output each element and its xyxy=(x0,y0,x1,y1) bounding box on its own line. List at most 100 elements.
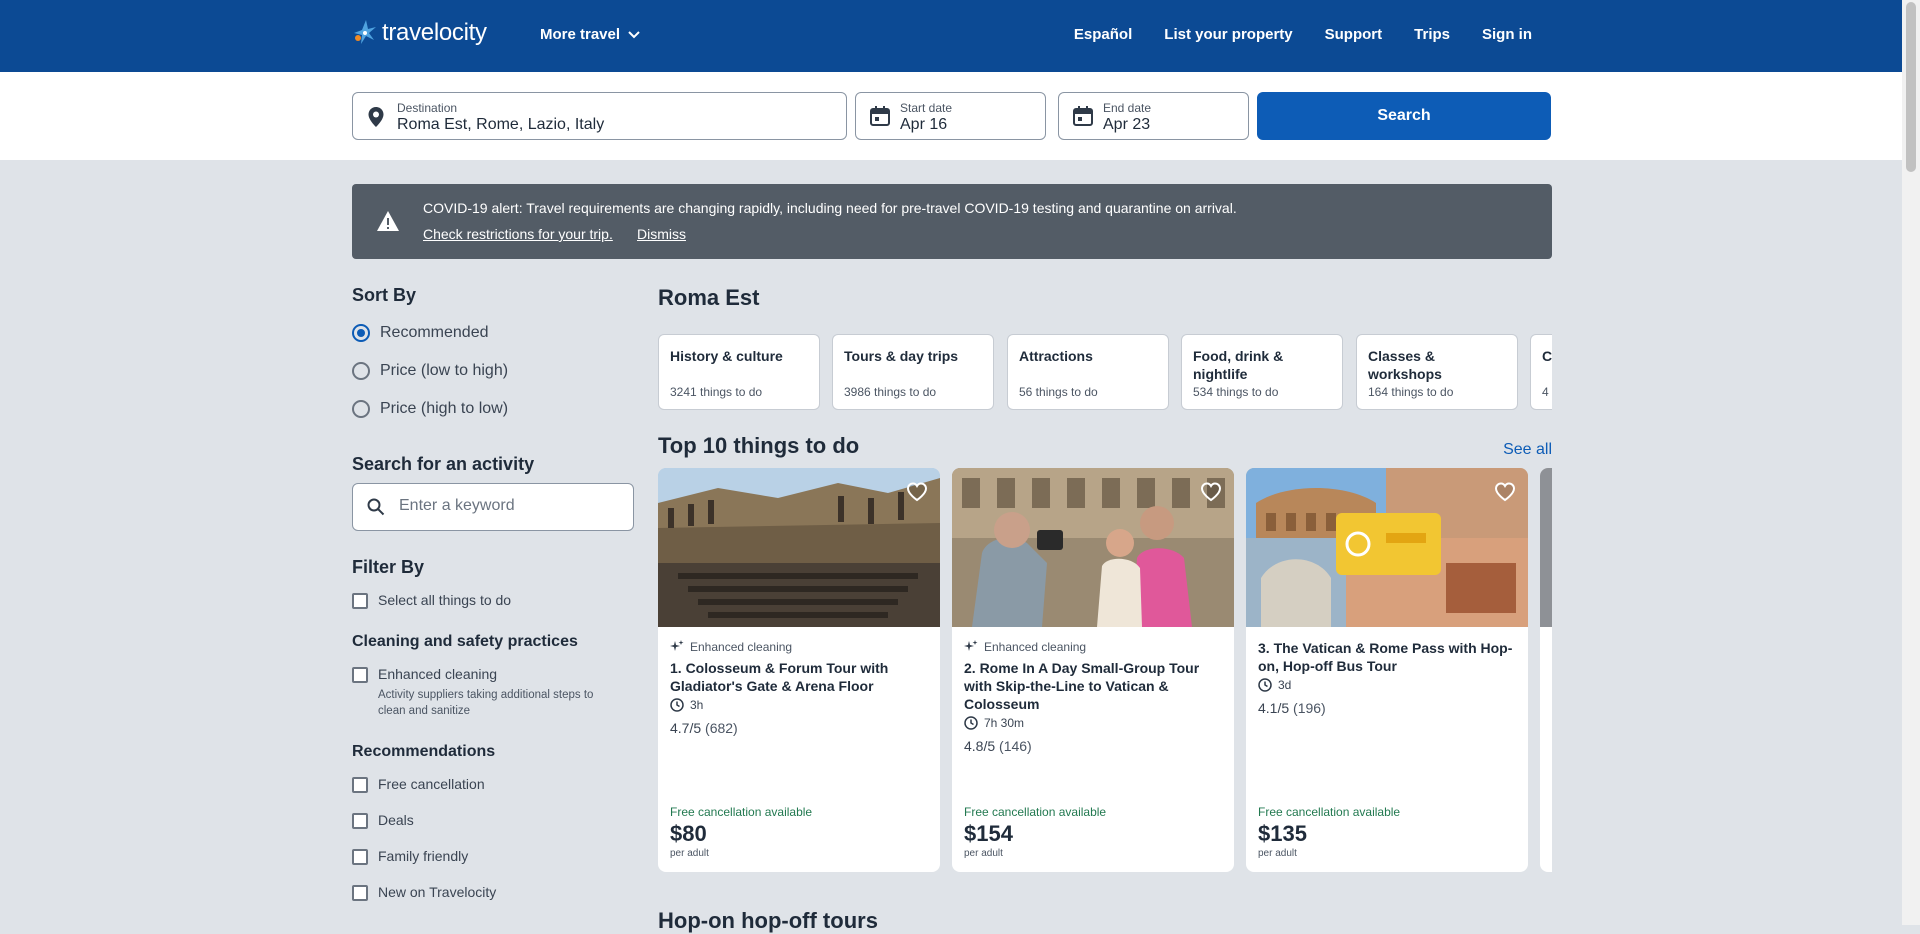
price-unit: per adult xyxy=(1258,848,1297,859)
sort-option-label: Price (low to high) xyxy=(380,362,509,379)
activity-card[interactable]: 3. The Vatican & Rome Pass with Hop-on, … xyxy=(1246,468,1528,872)
chevron-down-icon xyxy=(628,30,640,38)
see-all-link[interactable]: See all xyxy=(1503,441,1552,459)
family-friendly-option[interactable]: Family friendly xyxy=(352,848,634,865)
category-card[interactable]: History & culture 3241 things to do xyxy=(658,334,820,410)
checkbox[interactable] xyxy=(352,777,368,793)
favorite-heart-icon[interactable] xyxy=(1200,482,1222,502)
keyword-search-input[interactable] xyxy=(397,496,617,516)
sparkle-icon xyxy=(964,640,978,651)
travelocity-logo[interactable]: travelocity xyxy=(352,18,487,48)
warning-icon xyxy=(377,211,399,231)
page-scrollbar[interactable] xyxy=(1902,0,1920,925)
rating-value: 4.1/5 xyxy=(1258,700,1290,716)
activity-card[interactable]: Enhanced cleaning 2. Rome In A Day Small… xyxy=(952,468,1234,872)
trips-link[interactable]: Trips xyxy=(1414,26,1450,43)
select-all-label: Select all things to do xyxy=(378,592,512,608)
duration-value: 3h xyxy=(690,698,704,712)
checkbox[interactable] xyxy=(352,885,368,901)
category-title: C xyxy=(1542,348,1552,364)
sign-in-link[interactable]: Sign in xyxy=(1482,26,1532,43)
activity-price: $154 xyxy=(964,821,1013,846)
favorite-heart-icon[interactable] xyxy=(906,482,928,502)
free-cancellation-text: Free cancellation available xyxy=(670,805,813,819)
category-title: Classes & workshops xyxy=(1368,348,1442,382)
end-date-value: Apr 23 xyxy=(1103,116,1151,133)
checkbox[interactable] xyxy=(352,593,368,609)
sparkle-icon xyxy=(670,640,684,651)
radio-unselected[interactable] xyxy=(352,400,370,418)
family-friendly-label: Family friendly xyxy=(378,848,469,864)
destination-field[interactable]: Destination Roma Est, Rome, Lazio, Italy xyxy=(352,92,847,140)
header-links: Español List your property Support Trips… xyxy=(1074,26,1532,43)
more-travel-menu[interactable]: More travel xyxy=(540,26,640,43)
review-count: (146) xyxy=(999,738,1032,754)
category-carousel: History & culture 3241 things to do Tour… xyxy=(658,334,1552,410)
list-property-link[interactable]: List your property xyxy=(1164,26,1292,43)
page-title: Roma Est xyxy=(658,285,760,310)
sort-option-price-high-low[interactable]: Price (high to low) xyxy=(352,390,634,428)
category-card[interactable]: Food, drink & nightlife 534 things to do xyxy=(1181,334,1343,410)
category-count: 164 things to do xyxy=(1368,385,1454,399)
sort-option-label: Price (high to low) xyxy=(380,400,509,417)
search-form: Destination Roma Est, Rome, Lazio, Italy… xyxy=(0,72,1902,160)
free-cancellation-label: Free cancellation xyxy=(378,776,485,792)
activity-price: $80 xyxy=(670,821,707,846)
category-title: History & culture xyxy=(670,348,783,364)
activity-price: $135 xyxy=(1258,821,1307,846)
badge-label: Enhanced cleaning xyxy=(984,640,1087,654)
enhanced-cleaning-option[interactable]: Enhanced cleaning Activity suppliers tak… xyxy=(352,666,634,719)
clock-icon xyxy=(670,698,684,712)
activity-card[interactable] xyxy=(1540,468,1552,872)
checkbox[interactable] xyxy=(352,667,368,683)
search-button[interactable]: Search xyxy=(1257,92,1551,140)
activity-title[interactable]: 1. Colosseum & Forum Tour with Gladiator… xyxy=(670,659,930,695)
favorite-heart-icon[interactable] xyxy=(1494,482,1516,502)
clock-icon xyxy=(1258,678,1272,692)
category-count: 56 things to do xyxy=(1019,385,1098,399)
tourists-colosseum-photo xyxy=(952,468,1234,627)
new-on-travelocity-option[interactable]: New on Travelocity xyxy=(352,884,634,901)
enhanced-cleaning-badge: Enhanced cleaning xyxy=(964,640,1086,654)
deals-option[interactable]: Deals xyxy=(352,812,634,829)
sort-option-recommended[interactable]: Recommended xyxy=(352,314,634,352)
recommendations-title: Recommendations xyxy=(352,743,496,760)
activity-rating: 4.7/5 (682) xyxy=(670,720,738,736)
dismiss-link[interactable]: Dismiss xyxy=(637,226,686,242)
sort-by-title: Sort By xyxy=(352,285,417,305)
keyword-search-box[interactable] xyxy=(352,483,634,531)
price-unit: per adult xyxy=(670,848,709,859)
activity-duration: 3h xyxy=(670,698,703,712)
sort-option-price-low-high[interactable]: Price (low to high) xyxy=(352,352,634,390)
category-card[interactable]: C 4 xyxy=(1530,334,1552,410)
duration-value: 7h 30m xyxy=(984,716,1025,730)
section-title: Hop-on hop-off tours xyxy=(658,908,878,933)
rating-value: 4.8/5 xyxy=(964,738,996,754)
review-count: (196) xyxy=(1293,700,1326,716)
free-cancellation-option[interactable]: Free cancellation xyxy=(352,776,634,793)
calendar-icon xyxy=(1073,106,1093,126)
category-card[interactable]: Attractions 56 things to do xyxy=(1007,334,1169,410)
new-on-travelocity-label: New on Travelocity xyxy=(378,884,497,900)
select-all-option[interactable]: Select all things to do xyxy=(352,592,634,609)
support-link[interactable]: Support xyxy=(1325,26,1383,43)
category-card[interactable]: Classes & workshops 164 things to do xyxy=(1356,334,1518,410)
activity-card[interactable]: Enhanced cleaning 1. Colosseum & Forum T… xyxy=(658,468,940,872)
radio-selected[interactable] xyxy=(352,324,370,342)
destination-value: Roma Est, Rome, Lazio, Italy xyxy=(397,116,605,133)
language-link[interactable]: Español xyxy=(1074,26,1132,43)
top-navigation-bar: travelocity More travel Español List you… xyxy=(0,0,1902,72)
search-activity-title: Search for an activity xyxy=(352,454,535,474)
checkbox[interactable] xyxy=(352,813,368,829)
activity-title[interactable]: 2. Rome In A Day Small-Group Tour with S… xyxy=(964,659,1224,713)
clock-icon xyxy=(964,716,978,730)
end-date-field[interactable]: End date Apr 23 xyxy=(1058,92,1249,140)
check-restrictions-link[interactable]: Check restrictions for your trip. xyxy=(423,226,613,242)
category-card[interactable]: Tours & day trips 3986 things to do xyxy=(832,334,994,410)
activity-title[interactable]: 3. The Vatican & Rome Pass with Hop-on, … xyxy=(1258,639,1518,675)
start-date-field[interactable]: Start date Apr 16 xyxy=(855,92,1046,140)
scrollbar-thumb[interactable] xyxy=(1906,2,1916,172)
radio-unselected[interactable] xyxy=(352,362,370,380)
top-things-title: Top 10 things to do xyxy=(658,433,860,458)
checkbox[interactable] xyxy=(352,849,368,865)
